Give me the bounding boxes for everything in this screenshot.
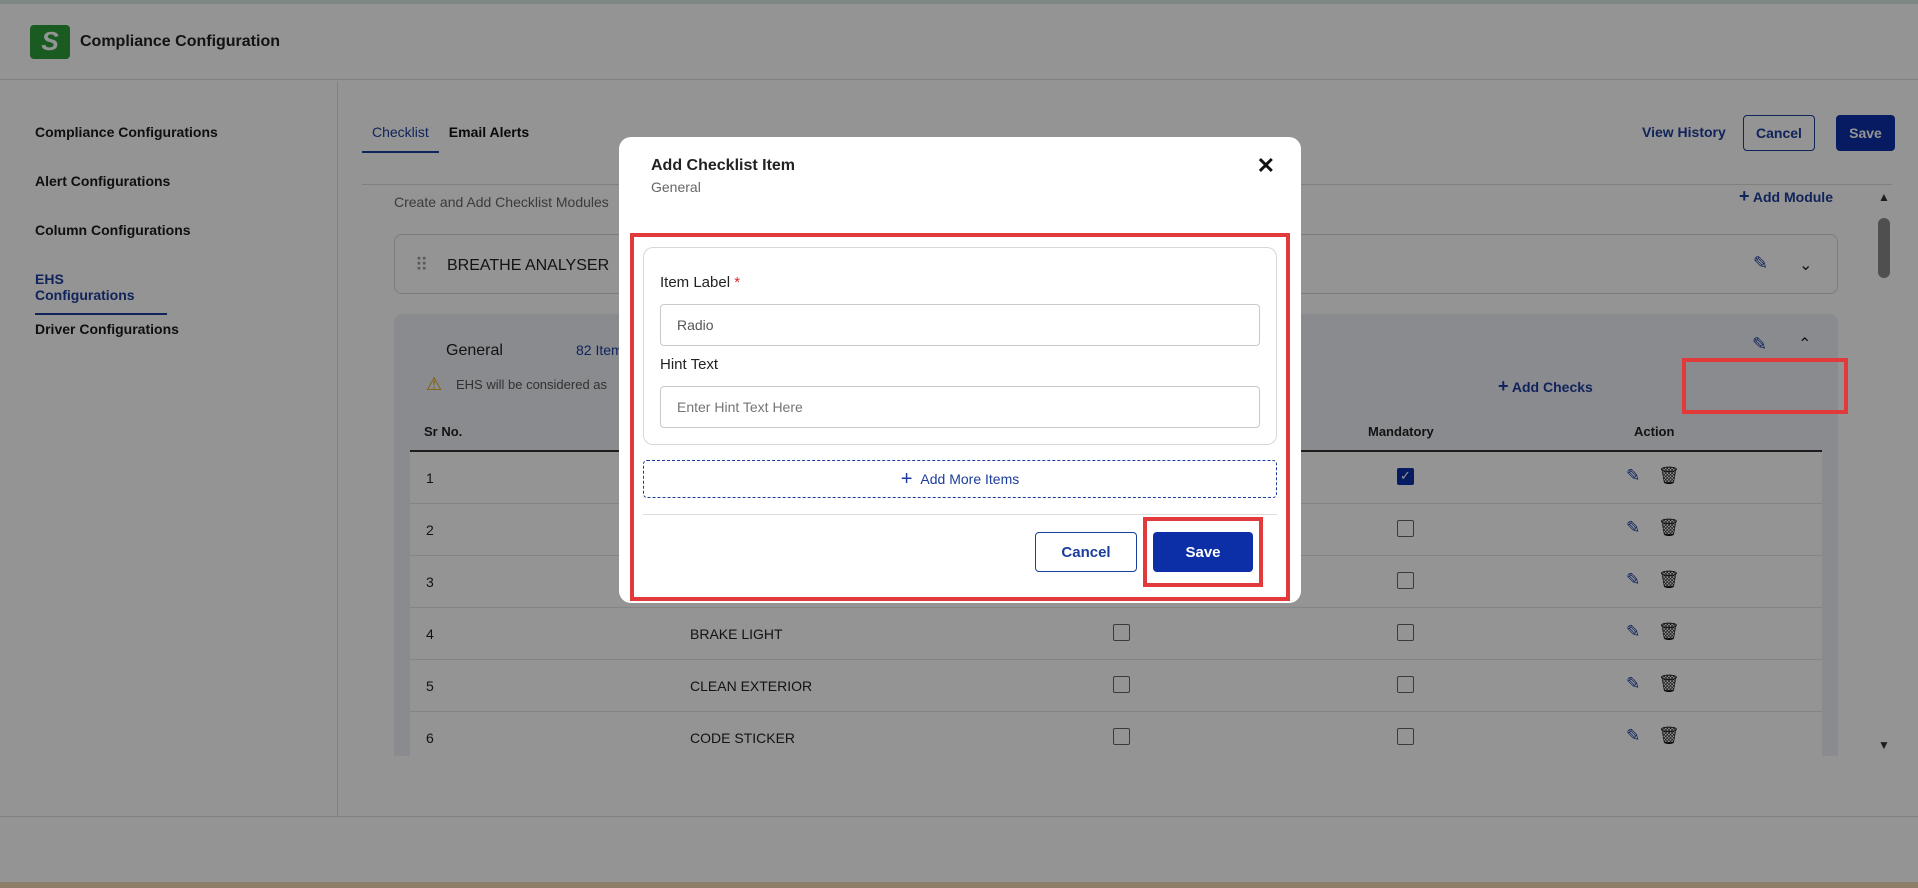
highlight-box-add-checks xyxy=(1682,358,1848,414)
hint-text-input[interactable] xyxy=(660,386,1260,428)
item-label-input[interactable] xyxy=(660,304,1260,346)
modal-cancel-button[interactable]: Cancel xyxy=(1035,532,1137,572)
add-more-items-label: Add More Items xyxy=(920,471,1020,487)
add-checklist-item-modal: Add Checklist Item General ✕ Item Label … xyxy=(619,137,1301,603)
hint-text-label: Hint Text xyxy=(660,356,719,373)
modal-subtitle: General xyxy=(651,179,701,195)
plus-icon: + xyxy=(900,467,913,490)
modal-divider xyxy=(643,514,1277,515)
modal-save-button[interactable]: Save xyxy=(1153,532,1253,572)
item-form-card: Item Label * Hint Text xyxy=(643,247,1277,445)
item-label-label: Item Label * xyxy=(660,274,741,291)
modal-title: Add Checklist Item xyxy=(651,157,796,174)
add-more-items-button[interactable]: + Add More Items xyxy=(643,460,1277,498)
close-icon[interactable]: ✕ xyxy=(1257,153,1275,179)
